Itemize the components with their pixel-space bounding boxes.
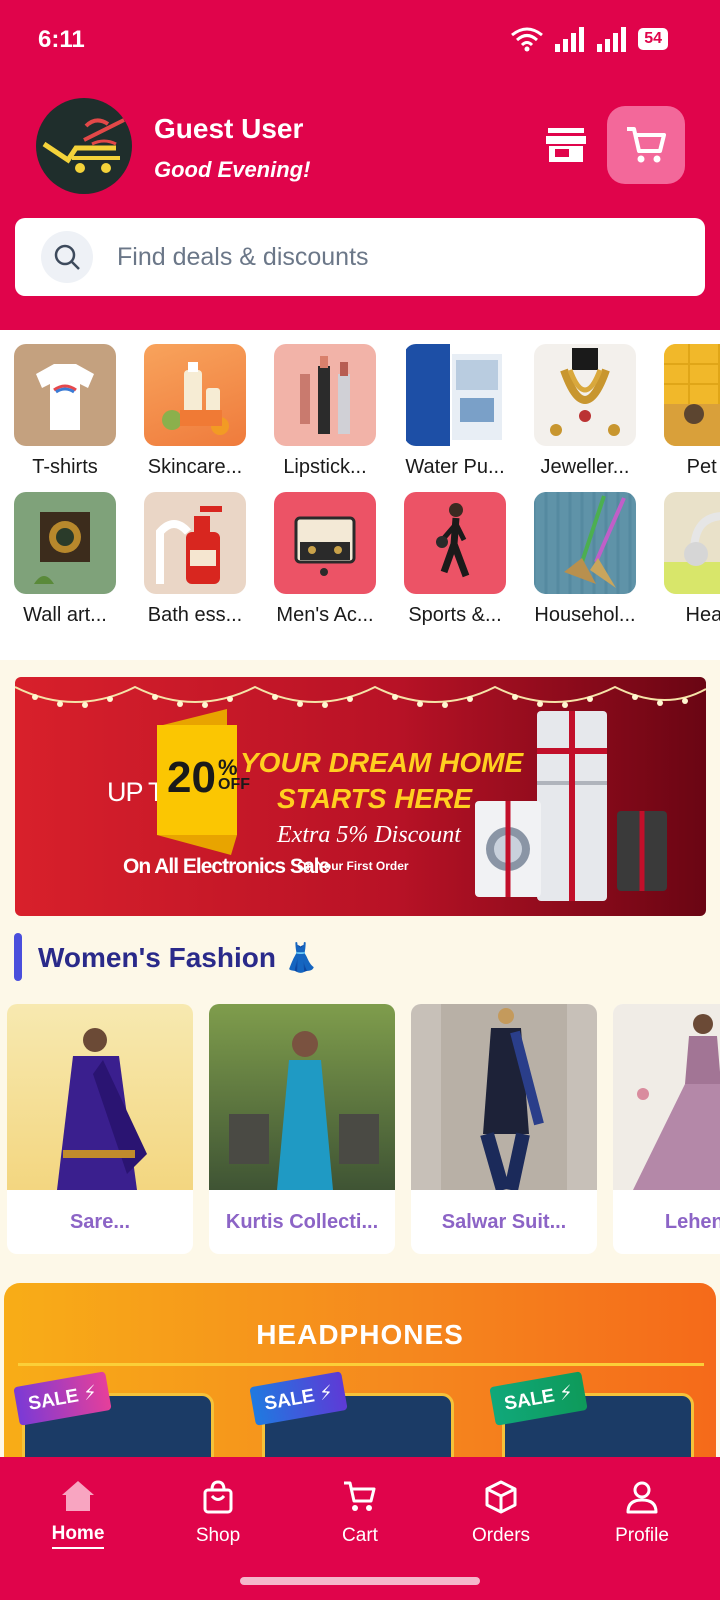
promo-banner[interactable]: UP TO 20 % OFF YOUR DREAM HOME STARTS HE… <box>15 677 706 916</box>
cart-icon <box>627 127 666 163</box>
greeting-text: Good Evening! <box>154 157 311 182</box>
category-label: T-shirts <box>32 456 98 478</box>
shopping-bag-icon <box>203 1480 233 1514</box>
nav-home[interactable]: Home <box>18 1479 138 1549</box>
category-row-2: Wall art... Bath ess... Men's Ac... Spor… <box>0 492 720 627</box>
lipstick-image <box>274 344 376 446</box>
nav-orders[interactable]: Orders <box>441 1479 561 1547</box>
category-label: Househol... <box>534 604 636 626</box>
signal-icon-2 <box>597 27 627 52</box>
app-header: 6:11 54 Guest User Good Evening! Find de… <box>0 0 720 330</box>
womens-fashion-header: Women's Fashion 👗 <box>14 933 319 981</box>
pet-image <box>664 344 720 446</box>
search-input[interactable] <box>117 242 677 272</box>
nav-label: Orders <box>471 1525 531 1546</box>
title-accent-bar <box>14 933 22 981</box>
lehenga-image <box>613 1004 720 1190</box>
category-sports[interactable]: Sports &... <box>390 492 520 627</box>
battery-icon: 54 <box>638 28 668 50</box>
category-label: Sports &... <box>408 604 502 626</box>
household-image <box>534 492 636 594</box>
fashion-card-kurtis[interactable]: Kurtis Collecti... <box>209 1004 395 1254</box>
womens-fashion-carousel[interactable]: Sare... Kurtis Collecti... Salwar Suit..… <box>7 1004 720 1254</box>
kurti-image <box>209 1004 395 1190</box>
category-jewellery[interactable]: Jeweller... <box>520 344 650 479</box>
fashion-card-salwar[interactable]: Salwar Suit... <box>411 1004 597 1254</box>
app-logo[interactable] <box>36 98 132 194</box>
category-bath[interactable]: Bath ess... <box>130 492 260 627</box>
wall-art-image <box>14 492 116 594</box>
bath-image <box>144 492 246 594</box>
nav-shop[interactable]: Shop <box>158 1479 278 1547</box>
category-lipstick[interactable]: Lipstick... <box>260 344 390 479</box>
cart-icon <box>344 1481 376 1511</box>
signal-icon <box>555 27 585 52</box>
category-label: Lipstick... <box>283 456 367 478</box>
category-household[interactable]: Househol... <box>520 492 650 627</box>
category-tshirts[interactable]: T-shirts <box>0 344 130 479</box>
banner-headline-2: STARTS HERE <box>277 783 472 814</box>
banner-first-order: On Your First Order <box>297 859 409 873</box>
nav-profile[interactable]: Profile <box>582 1479 702 1547</box>
category-label: Jeweller... <box>540 456 630 478</box>
jewellery-image <box>534 344 636 446</box>
store-button[interactable] <box>543 122 589 168</box>
category-label: Men's Ac... <box>276 604 374 626</box>
fashion-label: Lehenga <box>664 1210 720 1233</box>
category-label: Skincare... <box>147 456 243 478</box>
status-icons: 54 <box>510 26 668 52</box>
home-icon <box>62 1481 94 1511</box>
status-time: 6:11 <box>38 26 85 53</box>
water-purifier-image <box>404 344 506 446</box>
category-pet[interactable]: Pet ac <box>650 344 720 479</box>
header-cart-button[interactable] <box>607 106 685 184</box>
fashion-label: Salwar Suit... <box>441 1210 567 1233</box>
category-row-1: T-shirts Skincare... Lipstick... Water P… <box>0 344 720 479</box>
saree-image <box>7 1004 193 1190</box>
fashion-card-saree[interactable]: Sare... <box>7 1004 193 1254</box>
fashion-card-lehenga[interactable]: Lehenga <box>613 1004 720 1254</box>
mens-accessories-image <box>274 492 376 594</box>
store-icon <box>546 128 586 162</box>
package-icon <box>485 1480 517 1514</box>
fashion-label: Sare... <box>69 1210 131 1233</box>
nav-label: Cart <box>342 1525 378 1546</box>
category-label: Pet ac <box>686 456 720 478</box>
salwar-image <box>411 1004 597 1192</box>
status-bar: 6:11 54 <box>0 0 720 80</box>
sports-image <box>404 492 506 594</box>
category-skincare[interactable]: Skincare... <box>130 344 260 479</box>
headphones-image <box>664 492 720 594</box>
category-headphones[interactable]: Headp <box>650 492 720 627</box>
skincare-image <box>144 344 246 446</box>
headphones-section: HEADPHONES SALE ⚡ SALE ⚡ SALE ⚡ <box>4 1283 716 1483</box>
tshirt-image <box>14 344 116 446</box>
nav-label: Profile <box>615 1525 669 1546</box>
category-label: Water Pu... <box>405 456 505 478</box>
home-indicator[interactable] <box>240 1577 480 1585</box>
nav-label: Home <box>51 1523 105 1549</box>
banner-percent: 20 <box>167 753 216 802</box>
appliances-image <box>475 711 667 901</box>
user-name: Guest User <box>154 113 304 144</box>
user-icon <box>626 1481 658 1514</box>
headphones-divider <box>18 1363 704 1366</box>
headphones-title: HEADPHONES <box>256 1319 464 1350</box>
categories-grid: T-shirts Skincare... Lipstick... Water P… <box>0 330 720 660</box>
wifi-icon <box>511 27 544 52</box>
search-bar[interactable] <box>15 218 705 296</box>
category-mens-accessories[interactable]: Men's Ac... <box>260 492 390 627</box>
nav-label: Shop <box>195 1525 241 1546</box>
category-water-purifier[interactable]: Water Pu... <box>390 344 520 479</box>
nav-cart[interactable]: Cart <box>300 1479 420 1547</box>
fashion-label: Kurtis Collecti... <box>225 1210 379 1233</box>
search-icon <box>41 231 93 283</box>
section-title: Women's Fashion 👗 <box>38 941 319 973</box>
category-label: Headp <box>685 604 720 626</box>
banner-extra-discount: Extra 5% Discount <box>277 822 461 848</box>
logo-icon <box>42 118 125 173</box>
category-label: Bath ess... <box>147 604 243 626</box>
category-label: Wall art... <box>23 604 107 626</box>
category-wall-art[interactable]: Wall art... <box>0 492 130 627</box>
